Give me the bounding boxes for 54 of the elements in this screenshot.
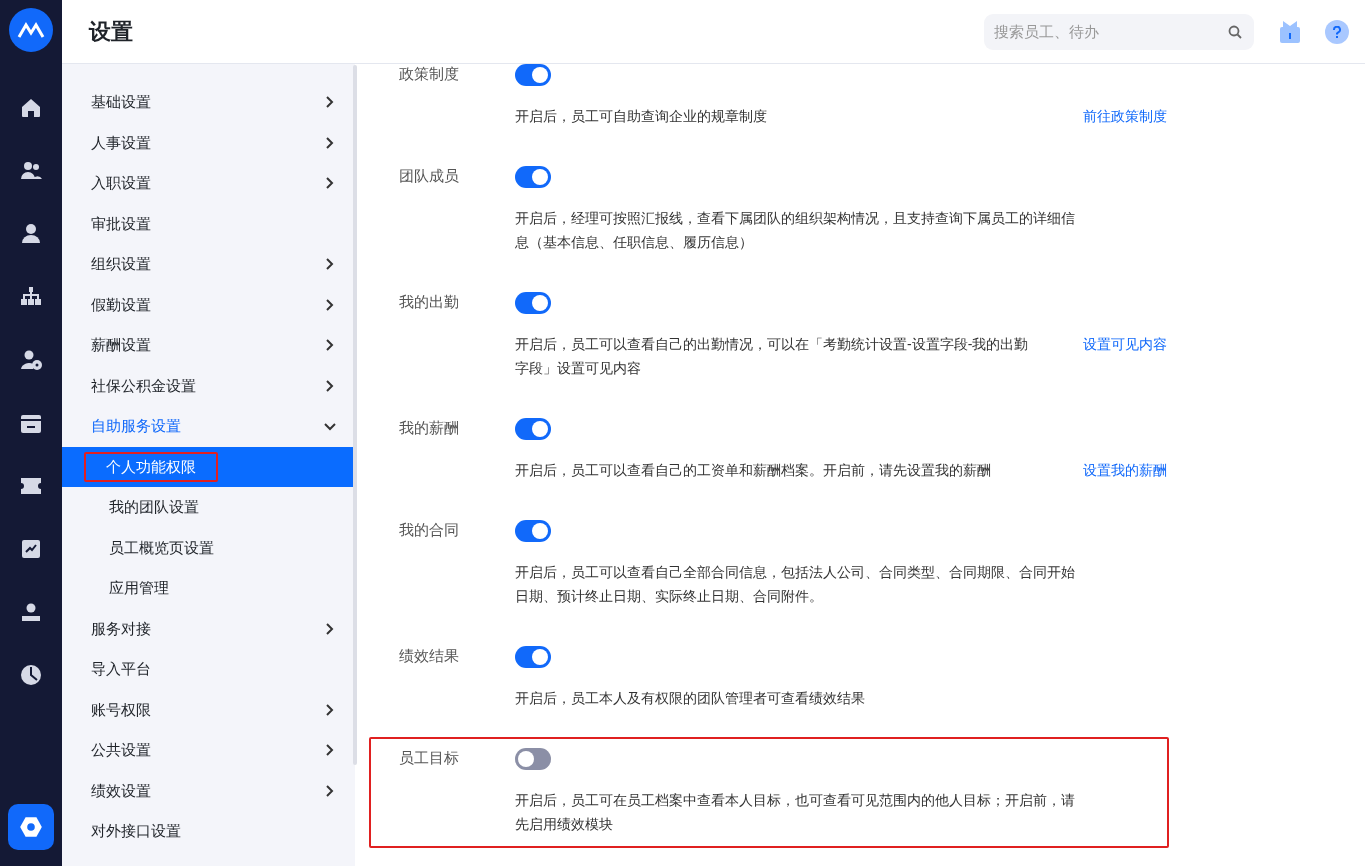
toggle-switch[interactable] [515,166,551,188]
sidebar-item[interactable]: 组织设置 [62,244,355,285]
toggle-switch[interactable] [515,64,551,86]
toggle-switch[interactable] [515,418,551,440]
toggle-switch[interactable] [515,646,551,668]
sidebar-item[interactable]: 员工概览页设置 [62,527,355,568]
setting-label: 员工目标 [398,749,460,769]
setting-description: 开启后，经理可按照汇报线，查看下属团队的组织架构情况，且支持查询下属员工的详细信息（基本信息、任职信息、履历信息） [515,209,1076,252]
setting-description: 开启后，员工可在员工档案中查看本人目标，也可查看可见范围内的他人目标；开启前，请先启用绩效模块 [515,791,1076,834]
sidebar-item[interactable]: 薪酬设置 [62,325,355,366]
sidebar-item[interactable]: 基础设置 [62,82,355,123]
toggle-switch[interactable] [515,748,551,770]
sidebar-item[interactable]: 审批设置 [62,203,355,244]
pie-chart-icon[interactable] [19,663,43,687]
setting-description: 开启后，员工可以查看自己全部合同信息，包括法人公司、合同类型、合同期限、合同开始日期、预计终止日期、实际终止日期、合同附件。 [515,563,1076,606]
sidebar-item[interactable]: 应用管理 [62,568,355,609]
sidebar-item[interactable]: 对外接口设置 [62,811,355,852]
help-icon[interactable] [1325,19,1349,44]
setting-description: 开启后，员工可以查看自己的工资单和薪酬档案。开启前，请先设置我的薪酬 [515,461,992,480]
setting-description: 开启后，员工本人及有权限的团队管理者可查看绩效结果 [515,689,866,708]
sidebar-item[interactable]: 公共设置 [62,730,355,771]
setting-link[interactable]: 设置可见内容 [1083,332,1167,380]
search-icon[interactable] [1228,24,1242,39]
sidebar-item[interactable]: 绩效设置 [62,770,355,811]
person-icon[interactable] [19,222,43,246]
logo-icon[interactable] [9,8,53,52]
setting-label: 政策制度 [398,65,460,85]
person-clock-icon[interactable] [19,348,43,372]
setting-label: 我的薪酬 [398,419,460,439]
chart-icon[interactable] [19,537,43,561]
setting-link[interactable]: 设置我的薪酬 [1083,458,1167,482]
sidebar-item[interactable]: 人事设置 [62,122,355,163]
setting-description: 开启后，员工可以查看自己的出勤情况，可以在「考勤统计设置-设置字段-我的出勤字段」设置可见内容 [515,335,1030,378]
search-field[interactable]: 搜索员工、待办 [984,13,1254,50]
sidebar-item[interactable]: 入职设置 [62,163,355,204]
setting-label: 绩效结果 [398,647,460,667]
page-title: 设置 [89,18,133,46]
settings-icon[interactable] [8,804,54,850]
sidebar-item[interactable]: 账号权限 [62,689,355,730]
setting-label: 我的合同 [398,521,460,541]
setting-link[interactable]: 前往政策制度 [1083,104,1167,128]
sidebar-item[interactable]: 自助服务设置 [62,406,355,447]
setting-label: 我的出勤 [398,293,460,313]
sidebar-item[interactable]: 个人功能权限 [62,446,355,487]
sidebar-item[interactable]: 我的团队设置 [62,487,355,528]
toggle-switch[interactable] [515,292,551,314]
setting-description: 开启后，员工可自助查询企业的规章制度 [515,107,768,126]
sidebar-item[interactable]: 服务对接 [62,608,355,649]
home-icon[interactable] [19,96,43,120]
sidebar-item[interactable]: 假勤设置 [62,284,355,325]
sidebar-item[interactable]: 导入平台 [62,649,355,690]
setting-label: 团队成员 [398,167,460,187]
sidebar-item[interactable]: 社保公积金设置 [62,365,355,406]
toggle-switch[interactable] [515,520,551,542]
